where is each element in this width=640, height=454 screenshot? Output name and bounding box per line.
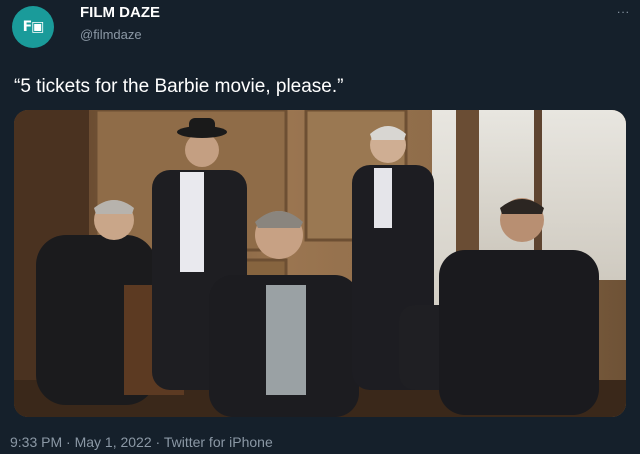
tweet-text: “5 tickets for the Barbie movie, please.… [14,76,344,97]
account-name[interactable]: FILM DAZE [80,4,160,21]
account-handle[interactable]: @filmdaze [80,27,142,42]
photo-illustration [14,110,626,417]
film-daze-logo-icon: F▣ [22,19,45,35]
more-options-icon[interactable]: ... [617,2,630,16]
tweet-meta: 9:33 PM · May 1, 2022 · Twitter for iPho… [10,434,273,450]
avatar[interactable]: F▣ [12,6,54,48]
tweet-photo[interactable] [14,110,626,417]
